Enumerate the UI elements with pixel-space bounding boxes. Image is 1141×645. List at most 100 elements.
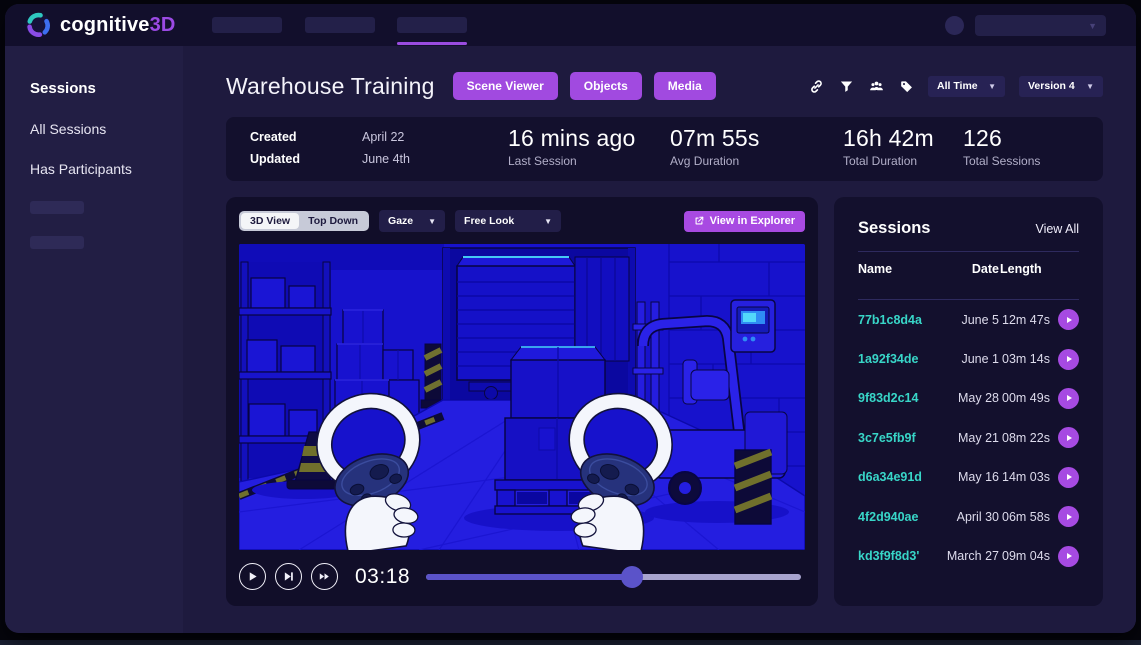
- gaze-select[interactable]: Gaze▼: [379, 210, 445, 232]
- session-row: 9f83d2c14 May 28 00m 49s: [858, 379, 1079, 418]
- playback-slider-thumb[interactable]: [621, 566, 643, 588]
- free-look-select[interactable]: Free Look▼: [455, 210, 561, 232]
- stats-bar: Created April 22 Updated June 4th 16 min…: [226, 117, 1103, 181]
- sidebar-item-has-participants[interactable]: Has Participants: [30, 161, 183, 177]
- session-play-button[interactable]: [1058, 309, 1079, 330]
- sessions-panel-title: Sessions: [858, 219, 930, 238]
- sidebar: Sessions All Sessions Has Participants: [5, 46, 183, 633]
- sidebar-item-placeholder-1[interactable]: [30, 201, 84, 214]
- top-nav-bar: cognitive3D ▼: [5, 4, 1136, 46]
- session-date: June 1: [943, 352, 999, 366]
- logo-mark-icon: [25, 12, 51, 38]
- nav-tab-placeholder-3[interactable]: [397, 17, 467, 33]
- fast-forward-icon: [319, 571, 330, 582]
- version-filter-select[interactable]: Version 4▼: [1019, 76, 1103, 97]
- tag-icon[interactable]: [898, 78, 914, 94]
- session-row: kd3f9f8d3' March 27 09m 04s: [858, 536, 1079, 575]
- play-icon: [247, 571, 258, 582]
- play-icon: [1065, 316, 1073, 324]
- nav-tab-placeholder-2[interactable]: [305, 17, 375, 33]
- session-date: April 30: [943, 510, 999, 524]
- skip-next-button[interactable]: [275, 563, 302, 590]
- media-button[interactable]: Media: [654, 72, 716, 100]
- external-link-icon: [694, 216, 704, 226]
- session-date: May 28: [943, 391, 999, 405]
- link-icon[interactable]: [808, 78, 824, 94]
- view-all-link[interactable]: View All: [1035, 222, 1079, 236]
- fast-forward-button[interactable]: [311, 563, 338, 590]
- playback-progress-fill: [426, 574, 632, 580]
- session-row: 4f2d940ae April 30 06m 58s: [858, 497, 1079, 536]
- session-id-link[interactable]: 1a92f34de: [858, 352, 942, 366]
- skip-next-icon: [283, 571, 294, 582]
- play-icon: [1065, 434, 1073, 442]
- filter-icon[interactable]: [838, 78, 854, 94]
- session-row: 3c7e5fb9f May 21 08m 22s: [858, 418, 1079, 457]
- participants-icon[interactable]: [868, 78, 884, 94]
- session-id-link[interactable]: d6a34e91d: [858, 470, 942, 484]
- session-play-button[interactable]: [1058, 388, 1079, 409]
- session-play-button[interactable]: [1058, 427, 1079, 448]
- column-date: Date: [943, 262, 999, 276]
- toggle-3d-view[interactable]: 3D View: [241, 213, 299, 229]
- session-length: 14m 03s: [1000, 470, 1057, 484]
- play-icon: [1065, 355, 1073, 363]
- sessions-table-header: Name Date Length: [858, 252, 1079, 286]
- caret-down-icon: ▼: [544, 217, 552, 226]
- updated-value: June 4th: [362, 152, 410, 166]
- column-length: Length: [1000, 262, 1057, 276]
- session-date: May 16: [943, 470, 999, 484]
- view-mode-toggle: 3D View Top Down: [239, 211, 369, 231]
- play-icon: [1065, 473, 1073, 481]
- backdrop-strip: [0, 640, 1141, 645]
- sessions-panel: Sessions View All Name Date Length 77b1c…: [834, 197, 1103, 606]
- session-length: 08m 22s: [1000, 431, 1057, 445]
- session-id-link[interactable]: kd3f9f8d3': [858, 549, 942, 563]
- view-in-explorer-button[interactable]: View in Explorer: [684, 211, 805, 232]
- caret-down-icon: ▼: [1086, 82, 1094, 91]
- session-length: 03m 14s: [1000, 352, 1057, 366]
- sidebar-item-all-sessions[interactable]: All Sessions: [30, 121, 183, 137]
- stat-total-duration: 16h 42mTotal Duration: [843, 125, 934, 168]
- session-play-button[interactable]: [1058, 349, 1079, 370]
- logo[interactable]: cognitive3D: [25, 12, 176, 38]
- session-length: 09m 04s: [1000, 549, 1057, 563]
- app-window: cognitive3D ▼ Sessions All Sessions Has …: [5, 4, 1136, 633]
- session-date: May 21: [943, 431, 999, 445]
- nav-tab-placeholder-1[interactable]: [212, 17, 282, 33]
- session-play-button[interactable]: [1058, 506, 1079, 527]
- sidebar-item-placeholder-2[interactable]: [30, 236, 84, 249]
- active-tab-underline: [397, 42, 467, 45]
- logo-text: cognitive3D: [60, 14, 176, 37]
- session-id-link[interactable]: 77b1c8d4a: [858, 313, 942, 327]
- warehouse-scene-illustration: [239, 244, 805, 550]
- session-play-button[interactable]: [1058, 546, 1079, 567]
- caret-down-icon: ▼: [988, 82, 996, 91]
- avatar[interactable]: [945, 16, 964, 35]
- time-filter-select[interactable]: All Time▼: [928, 76, 1005, 97]
- session-date: March 27: [943, 549, 999, 563]
- screen: cognitive3D ▼ Sessions All Sessions Has …: [0, 0, 1141, 645]
- objects-button[interactable]: Objects: [570, 72, 642, 100]
- warehouse-3d-viewport[interactable]: [239, 244, 805, 550]
- session-length: 06m 58s: [1000, 510, 1057, 524]
- session-id-link[interactable]: 3c7e5fb9f: [858, 431, 942, 445]
- play-icon: [1065, 394, 1073, 402]
- page-title: Warehouse Training: [226, 73, 435, 100]
- session-play-button[interactable]: [1058, 467, 1079, 488]
- session-id-link[interactable]: 4f2d940ae: [858, 510, 942, 524]
- updated-label: Updated: [250, 152, 300, 166]
- session-length: 00m 49s: [1000, 391, 1057, 405]
- session-length: 12m 47s: [1000, 313, 1057, 327]
- playback-slider[interactable]: [426, 574, 801, 580]
- toggle-top-down[interactable]: Top Down: [299, 213, 367, 229]
- play-button[interactable]: [239, 563, 266, 590]
- session-row: d6a34e91d May 16 14m 03s: [858, 458, 1079, 497]
- main-content: Warehouse Training Scene Viewer Objects …: [183, 46, 1136, 633]
- scene-viewer-button[interactable]: Scene Viewer: [453, 72, 558, 100]
- scene-viewer-panel: 3D View Top Down Gaze▼ Free Look▼: [226, 197, 818, 606]
- column-name: Name: [858, 262, 942, 276]
- created-value: April 22: [362, 130, 410, 144]
- session-id-link[interactable]: 9f83d2c14: [858, 391, 942, 405]
- account-dropdown[interactable]: ▼: [975, 15, 1106, 36]
